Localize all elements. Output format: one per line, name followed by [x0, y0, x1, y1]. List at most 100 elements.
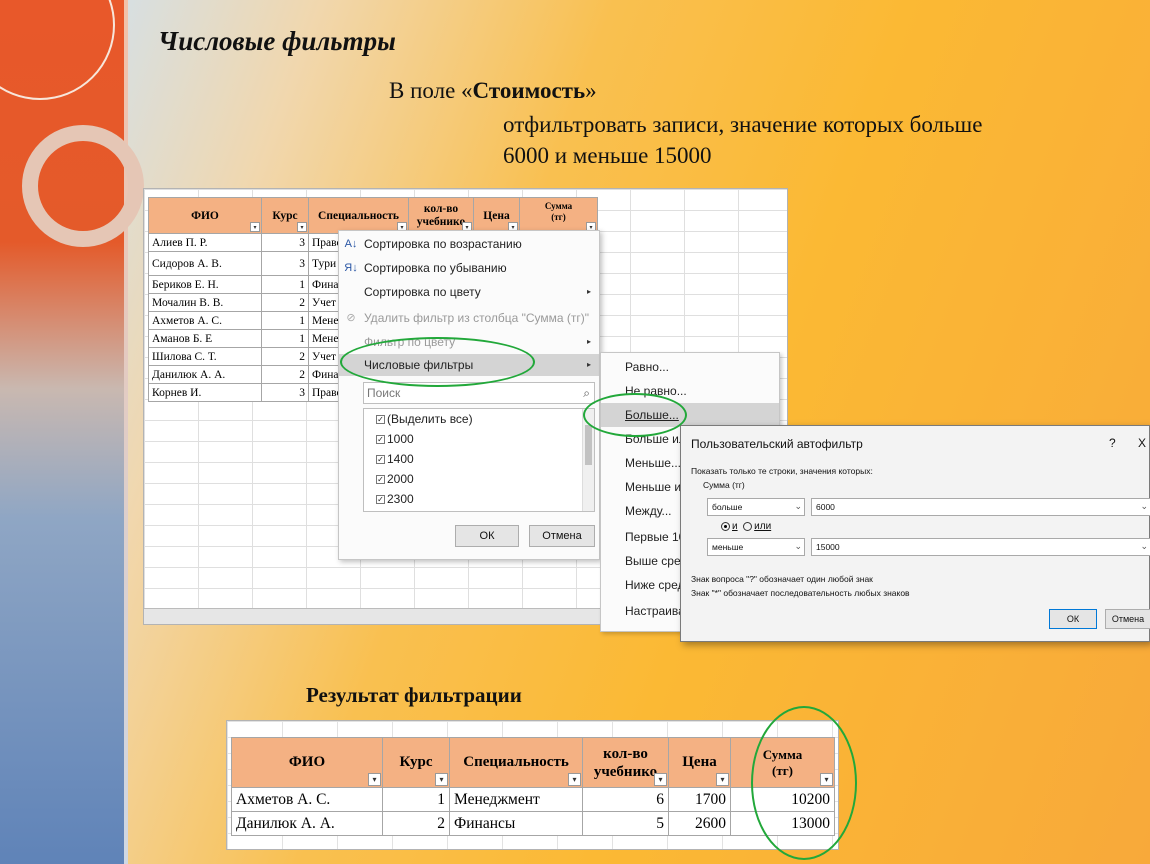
cell-kurs: 1 [261, 311, 309, 330]
submenu-equals[interactable]: Равно... [601, 355, 779, 379]
autofilter-menu: A↓ Сортировка по возрастанию Я↓ Сортировка… [338, 230, 600, 560]
submenu-arrow-icon: ▸ [586, 360, 591, 369]
header-kurs: Курс ▾ [261, 197, 309, 234]
decorative-ring [22, 125, 144, 247]
and-or-radios: и или [721, 521, 771, 532]
header-sum: Сумма (тг) ▾ [519, 197, 598, 234]
checkbox-item[interactable]: ✓ 1400 [364, 449, 594, 469]
cell-kurs: 2 [261, 293, 309, 312]
checkbox-item[interactable]: ✓ 2300 [364, 489, 594, 509]
cell-price: 1700 [668, 787, 731, 812]
filter-dropdown-button[interactable]: ▾ [435, 773, 448, 786]
cell-fio: Мочалин В. В. [148, 293, 262, 312]
result-table: ФИО ▾ Курс ▾ Специальность ▾ кол-во учебник… [231, 737, 835, 836]
cell-specialty: Финансы [449, 811, 583, 836]
condition1-operator-select[interactable]: больше ⌄ [707, 498, 805, 516]
filter-dropdown-button[interactable]: ▾ [568, 773, 581, 786]
chevron-down-icon: ⌄ [794, 542, 802, 552]
submenu-arrow-icon: ▸ [586, 287, 591, 296]
header-fio: ФИО ▾ [231, 737, 383, 788]
cell-fio: Ахметов А. С. [148, 311, 262, 330]
condition2-operator-select[interactable]: меньше ⌄ [707, 538, 805, 556]
checkbox-checked-icon: ✓ [376, 455, 385, 465]
clear-filter-icon: ⊘ [346, 312, 356, 324]
custom-autofilter-dialog: Пользовательский автофильтр ? X Показать… [680, 425, 1150, 642]
dialog-cancel-button[interactable]: Отмена [1105, 609, 1150, 629]
radio-and[interactable] [721, 521, 730, 531]
cell-fio: Данилюк А. А. [148, 365, 262, 384]
menu-cancel-button[interactable]: Отмена [529, 525, 595, 547]
menu-clear-filter: ⊘ Удалить фильтр из столбца "Сумма (тг)" [339, 307, 599, 329]
chevron-down-icon: ⌄ [1140, 502, 1148, 512]
cell-fio: Алиев П. Р. [148, 233, 262, 252]
filter-dropdown-button[interactable]: ▾ [250, 222, 260, 232]
highlight-ellipse [340, 337, 535, 387]
filter-dropdown-button[interactable]: ▾ [297, 222, 307, 232]
cell-kurs: 2 [261, 347, 309, 366]
dialog-caption: Показать только те строки, значения кото… [691, 466, 873, 476]
header-books: кол-во учебнико ▾ [408, 197, 474, 234]
filter-dropdown-button[interactable]: ▾ [654, 773, 667, 786]
result-title: Результат фильтрации [306, 683, 522, 707]
checkbox-checked-icon: ✓ [376, 495, 385, 505]
chevron-down-icon: ⌄ [1140, 542, 1148, 552]
cell-books: 5 [582, 811, 669, 836]
highlight-ellipse [583, 393, 687, 437]
checkbox-checked-icon: ✓ [376, 475, 385, 485]
menu-sort-by-color[interactable]: Сортировка по цвету ▸ [339, 281, 599, 303]
cell-kurs: 3 [261, 383, 309, 402]
table-row: Ахметов А. С. 1 Менеджмент 6 1700 10200 [231, 787, 835, 812]
cell-fio: Ахметов А. С. [231, 787, 383, 812]
filter-dropdown-button[interactable]: ▾ [716, 773, 729, 786]
cell-kurs: 2 [382, 811, 450, 836]
task-suffix: » [585, 78, 597, 103]
menu-sort-ascending[interactable]: A↓ Сортировка по возрастанию [339, 233, 599, 255]
task-field: Стоимость [472, 78, 586, 103]
header-fio: ФИО ▾ [148, 197, 262, 234]
checkbox-item[interactable]: ✓ (Выделить все) [364, 409, 594, 429]
filter-dropdown-button[interactable]: ▾ [368, 773, 381, 786]
dialog-field-name: Сумма (тг) [703, 480, 745, 490]
dialog-title: Пользовательский автофильтр [691, 437, 863, 451]
cell-kurs: 1 [261, 329, 309, 348]
cell-price: 2600 [668, 811, 731, 836]
header-kurs: Курс ▾ [382, 737, 450, 788]
checkbox-item[interactable]: ✓ 1000 [364, 429, 594, 449]
header-price: Цена ▾ [473, 197, 520, 234]
radio-or[interactable] [743, 521, 753, 531]
filter-search-input[interactable]: Поиск ⌕ [363, 382, 595, 404]
highlight-ellipse [751, 706, 857, 860]
sort-asc-icon: A↓ [344, 238, 358, 250]
checkbox-item[interactable]: ✓ 2000 [364, 469, 594, 489]
cell-kurs: 2 [261, 365, 309, 384]
help-icon[interactable]: ? [1109, 436, 1116, 450]
table-row: Данилюк А. А. 2 Финансы 5 2600 13000 [231, 811, 835, 836]
cell-kurs: 3 [261, 233, 309, 252]
task-prefix: В поле « [389, 78, 473, 103]
menu-sort-descending[interactable]: Я↓ Сортировка по убыванию [339, 257, 599, 279]
cell-fio: Шилова С. Т. [148, 347, 262, 366]
task-line-1: В поле «Стоимость» [389, 78, 597, 104]
dialog-ok-button[interactable]: ОК [1049, 609, 1097, 629]
chevron-down-icon: ⌄ [794, 502, 802, 512]
cell-kurs: 1 [261, 275, 309, 294]
condition1-value-input[interactable]: 6000 ⌄ [811, 498, 1150, 516]
checkbox-checked-icon: ✓ [376, 415, 385, 425]
scroll-thumb[interactable] [585, 425, 592, 465]
checkbox-checked-icon: ✓ [376, 435, 385, 445]
cell-kurs: 1 [382, 787, 450, 812]
cell-fio: Корнев И. [148, 383, 262, 402]
sort-desc-icon: Я↓ [344, 262, 358, 274]
condition2-value-input[interactable]: 15000 ⌄ [811, 538, 1150, 556]
hint-asterisk: Знак "*" обозначает последовательность л… [691, 588, 910, 598]
submenu-arrow-icon: ▸ [586, 337, 591, 346]
close-icon[interactable]: X [1138, 436, 1146, 450]
menu-ok-button[interactable]: ОК [455, 525, 519, 547]
slide-title: Числовые фильтры [158, 26, 396, 56]
header-books: кол-во учебнико ▾ [582, 737, 669, 788]
search-icon: ⌕ [583, 386, 590, 400]
hint-question-mark: Знак вопроса "?" обозначает один любой з… [691, 574, 873, 584]
value-checkbox-list: ✓ (Выделить все) ✓ 1000 ✓ 1400 ✓ 2000 ✓ 2300 [363, 408, 595, 512]
task-line-2: отфильтровать записи, значение которых б… [503, 112, 983, 137]
cell-specialty: Менеджмент [449, 787, 583, 812]
